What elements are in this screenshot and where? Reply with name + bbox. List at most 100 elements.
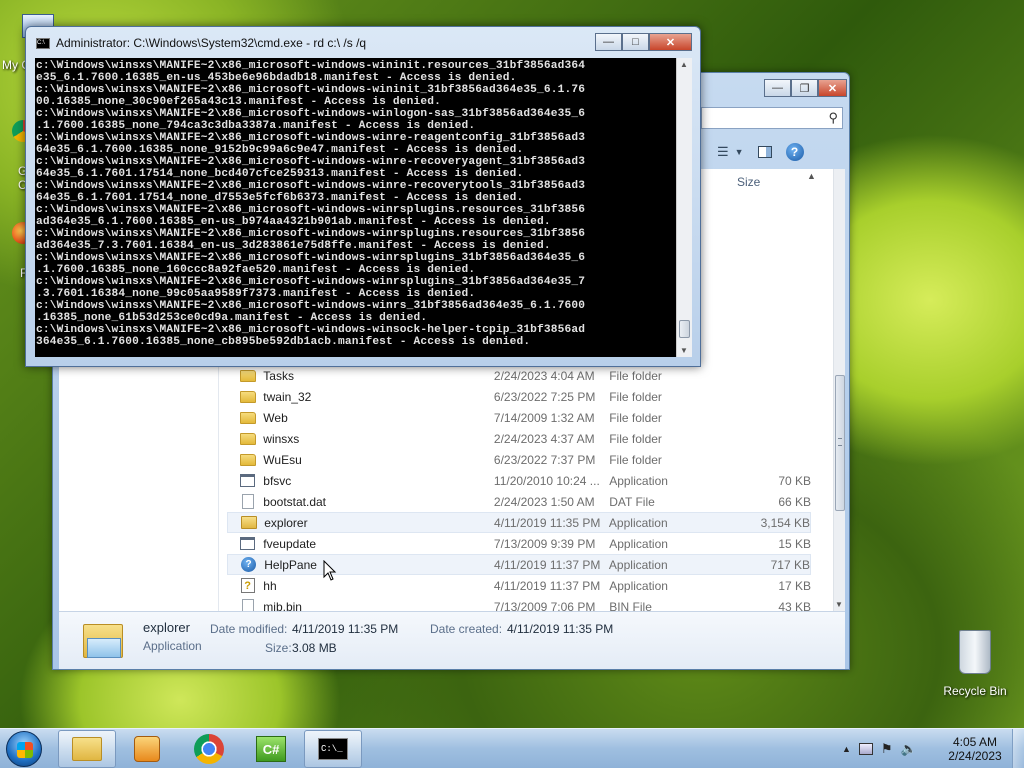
explorer-minimize-button[interactable]: — bbox=[764, 79, 791, 97]
file-name: Tasks bbox=[263, 368, 294, 383]
taskbar-csharp-button[interactable]: C# bbox=[242, 730, 300, 768]
console-line: c:\Windows\winsxs\MANIFE~2\x86_microsoft… bbox=[36, 300, 586, 312]
start-button[interactable] bbox=[6, 731, 42, 767]
file-size: 15 KB bbox=[778, 536, 812, 551]
file-icon bbox=[241, 494, 254, 509]
taskbar-cmd-button[interactable]: C:\_ bbox=[304, 730, 362, 768]
file-row[interactable]: winsxs 2/24/2023 4:37 AM File folder bbox=[227, 428, 811, 449]
scroll-down-icon[interactable]: ▼ bbox=[680, 346, 688, 355]
file-size: 3,154 KB bbox=[760, 515, 810, 530]
console-line: .16385_none_61b53d253ce0cd9a.manifest - … bbox=[36, 312, 428, 324]
file-row[interactable]: twain_32 6/23/2022 7:25 PM File folder bbox=[227, 386, 811, 407]
media-player-icon bbox=[134, 736, 160, 762]
volume-icon[interactable]: 🔈 bbox=[901, 741, 917, 757]
file-row[interactable]: fveupdate 7/13/2009 9:39 PM Application 15 … bbox=[227, 533, 811, 554]
file-type: Application bbox=[609, 536, 668, 551]
clock-date: 2/24/2023 bbox=[948, 749, 1002, 763]
scroll-up-icon[interactable]: ▲ bbox=[807, 171, 821, 185]
help-icon[interactable]: ? bbox=[785, 143, 804, 161]
cmd-scrollbar-thumb[interactable] bbox=[679, 320, 690, 338]
taskbar-chrome-button[interactable] bbox=[180, 730, 238, 768]
file-date-modified: 7/13/2009 9:39 PM bbox=[493, 536, 596, 551]
cmd-minimize-button[interactable]: — bbox=[595, 33, 622, 51]
scroll-down-icon[interactable]: ▼ bbox=[835, 600, 843, 609]
restore-icon: ❐ bbox=[799, 82, 810, 95]
file-row[interactable]: Tasks 2/24/2023 4:04 AM File folder bbox=[227, 365, 811, 386]
details-file-type: Application bbox=[143, 639, 202, 653]
preview-pane-icon[interactable] bbox=[757, 146, 772, 158]
explorer-close-button[interactable]: ✕ bbox=[818, 79, 847, 97]
details-file-name: explorer bbox=[143, 620, 190, 635]
file-name: HelpPane bbox=[264, 557, 317, 572]
folder-icon bbox=[239, 369, 256, 382]
maximize-icon: □ bbox=[632, 36, 639, 48]
explorer-maximize-button[interactable]: ❐ bbox=[791, 79, 818, 97]
file-row[interactable]: bfsvc 11/20/2010 10:24 ... Application 70 K… bbox=[227, 470, 811, 491]
scrollbar-thumb[interactable] bbox=[835, 375, 845, 511]
file-size: 70 KB bbox=[778, 473, 812, 488]
file-type: File folder bbox=[609, 368, 662, 383]
console-line: .1.7600.16385_none_794ca3c3dba3387a.mani… bbox=[36, 120, 476, 132]
console-line: ad364e35_7.3.7601.16384_en-us_3d283861e7… bbox=[36, 240, 551, 252]
file-type: Application bbox=[609, 473, 668, 488]
file-date-modified: 6/23/2022 7:37 PM bbox=[493, 452, 596, 467]
console-line: ad364e35_6.1.7600.16385_en-us_b974aa4321… bbox=[36, 216, 551, 228]
scroll-up-icon[interactable]: ▲ bbox=[680, 60, 688, 69]
file-row[interactable]: ? hh 4/11/2019 11:37 PM Application 17 KB bbox=[227, 575, 811, 596]
explorer-window-controls: — ❐ ✕ bbox=[764, 79, 847, 97]
console-line: c:\Windows\winsxs\MANIFE~2\x86_microsoft… bbox=[36, 228, 586, 240]
file-row[interactable]: ? HelpPane 4/11/2019 11:37 PM Application 71… bbox=[227, 554, 811, 575]
taskbar-explorer-button[interactable] bbox=[58, 730, 116, 768]
csharp-icon: C# bbox=[256, 736, 286, 762]
windows-logo-icon bbox=[17, 742, 33, 758]
console-line: c:\Windows\winsxs\MANIFE~2\x86_microsoft… bbox=[36, 84, 586, 96]
date-created-value: 4/11/2019 11:35 PM bbox=[507, 622, 614, 636]
folder-icon bbox=[239, 453, 256, 466]
console-line: 00.16385_none_30c90ef265a43c13.manifest … bbox=[36, 96, 441, 108]
file-date-modified: 7/14/2009 1:32 AM bbox=[493, 410, 595, 425]
console-line: 64e35_6.1.7601.17514_none_bcd407cfce2593… bbox=[36, 168, 524, 180]
file-row[interactable]: explorer 4/11/2019 11:35 PM Application 3,1… bbox=[227, 512, 811, 533]
file-date-modified: 2/24/2023 4:04 AM bbox=[493, 368, 595, 383]
view-options-icon[interactable]: ☰ bbox=[717, 144, 729, 160]
recycle-bin[interactable]: Recycle Bin bbox=[940, 630, 1010, 698]
file-row-icon-slot: ? bbox=[240, 557, 257, 573]
close-icon: ✕ bbox=[827, 82, 838, 95]
cmd-maximize-button[interactable]: □ bbox=[622, 33, 649, 51]
explorer-search-input[interactable]: ⚲ bbox=[701, 107, 843, 129]
date-modified-label: Date modified: bbox=[210, 622, 288, 636]
file-row[interactable]: WuEsu 6/23/2022 7:37 PM File folder bbox=[227, 449, 811, 470]
size-label: Size: bbox=[265, 641, 292, 655]
file-type: DAT File bbox=[609, 494, 655, 509]
cmd-window[interactable]: C:\ Administrator: C:\Windows\System32\c… bbox=[25, 26, 701, 367]
cmd-scrollbar[interactable]: ▲ ▼ bbox=[676, 58, 692, 357]
explorer-icon bbox=[240, 516, 257, 529]
file-name: explorer bbox=[264, 515, 308, 530]
column-header-size[interactable]: Size bbox=[737, 175, 760, 189]
taskbar-media-player-button[interactable] bbox=[118, 730, 176, 768]
file-name: twain_32 bbox=[263, 389, 312, 404]
cmd-close-button[interactable]: ✕ bbox=[649, 33, 692, 51]
folder-icon bbox=[239, 432, 256, 445]
file-size: 66 KB bbox=[778, 494, 812, 509]
file-type: File folder bbox=[609, 410, 662, 425]
action-center-flag-icon[interactable]: ⚑ bbox=[881, 741, 893, 757]
chevron-down-icon[interactable]: ▼ bbox=[735, 147, 744, 157]
date-created-label: Date created: bbox=[430, 622, 503, 636]
minimize-icon: — bbox=[603, 36, 614, 48]
close-icon: ✕ bbox=[665, 36, 676, 49]
file-row[interactable]: Web 7/14/2009 1:32 AM File folder bbox=[227, 407, 811, 428]
file-date-modified: 4/11/2019 11:37 PM bbox=[493, 578, 601, 593]
taskbar-clock[interactable]: 4:05 AM 2/24/2023 bbox=[940, 735, 1010, 763]
file-name: winsxs bbox=[263, 431, 300, 446]
file-list-scrollbar[interactable]: ▼ bbox=[833, 169, 845, 611]
show-desktop-button[interactable] bbox=[1012, 729, 1024, 768]
network-icon[interactable] bbox=[858, 743, 873, 755]
file-name: Web bbox=[263, 410, 288, 425]
file-row[interactable]: bootstat.dat 2/24/2023 1:50 AM DAT File 66 … bbox=[227, 491, 811, 512]
folder-icon bbox=[72, 737, 102, 761]
file-row-icon-slot bbox=[239, 494, 256, 510]
size-value: 3.08 MB bbox=[292, 641, 337, 655]
show-hidden-icons-icon[interactable]: ▲ bbox=[842, 744, 851, 754]
cmd-console-output[interactable]: c:\Windows\winsxs\MANIFE~2\x86_microsoft… bbox=[35, 58, 676, 357]
